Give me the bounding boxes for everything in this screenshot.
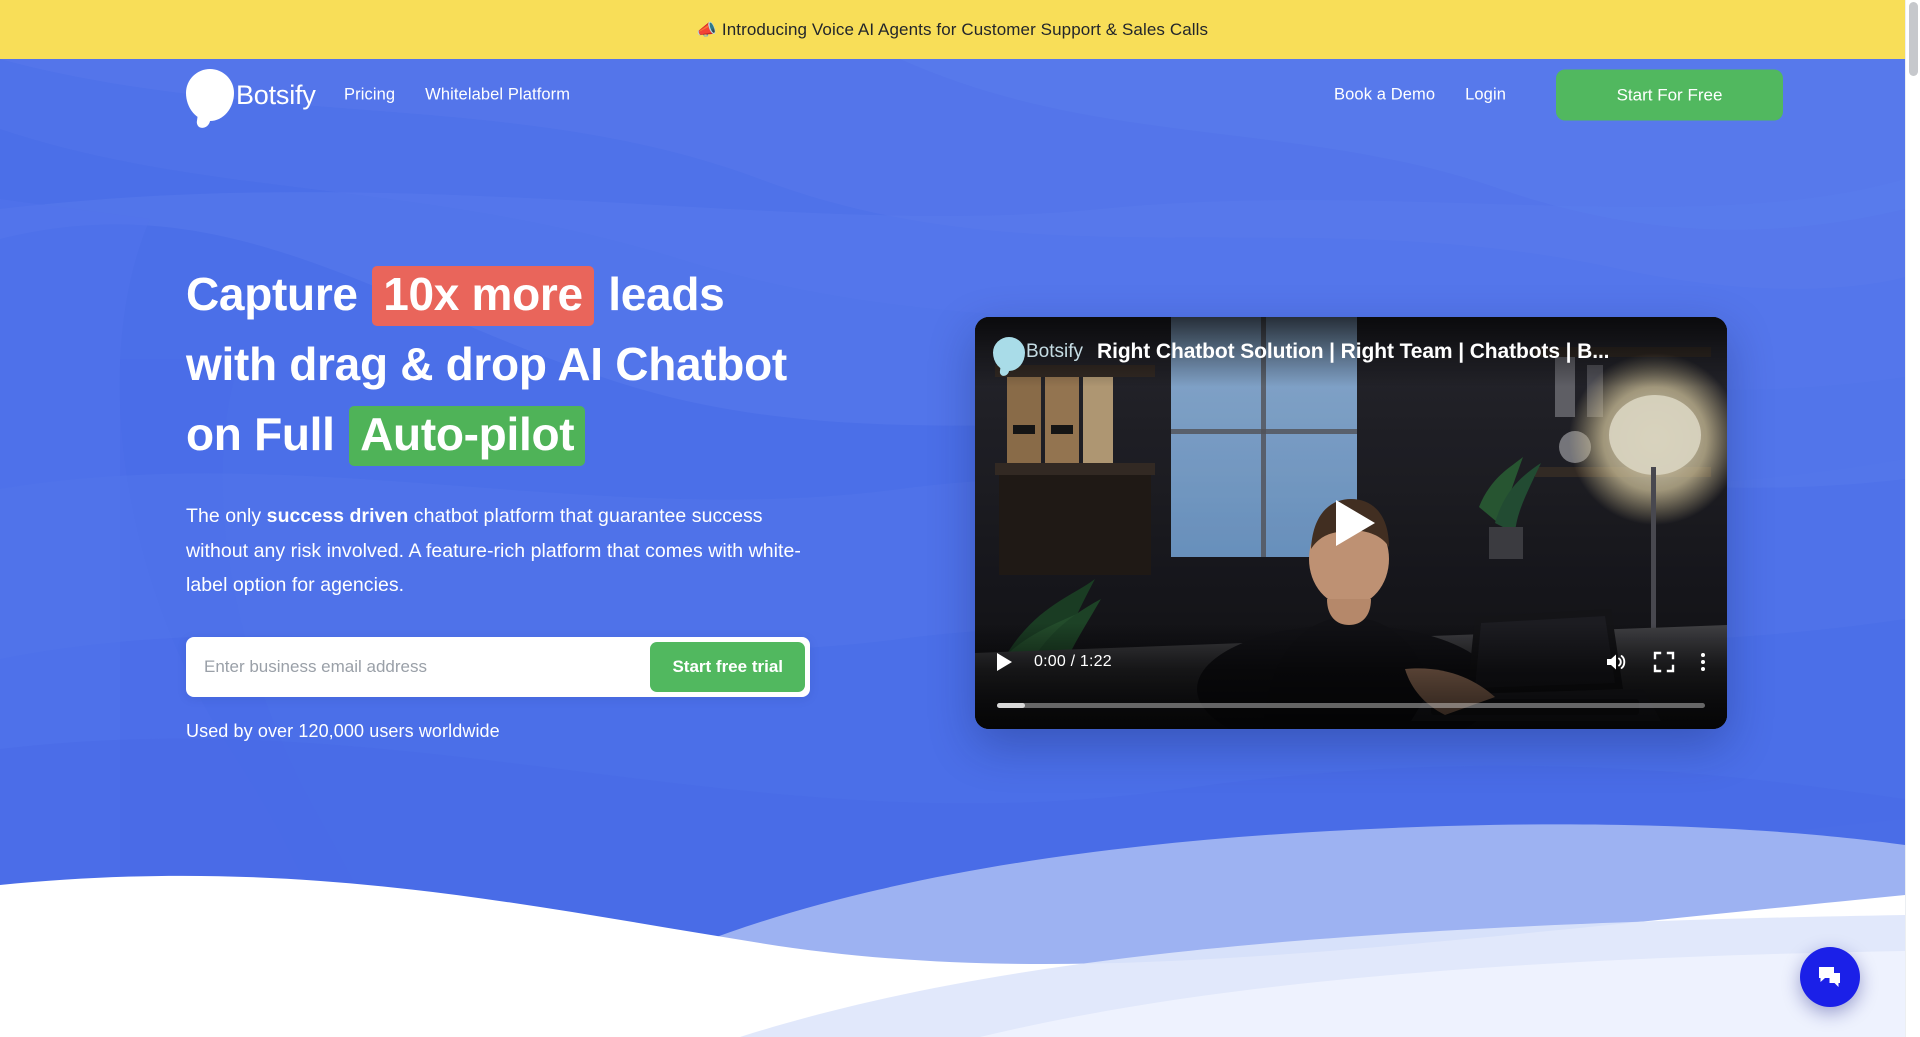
video-fullscreen-button[interactable]	[1653, 651, 1675, 673]
brand-logo-link[interactable]: Botsify	[186, 69, 316, 121]
chat-bubbles-icon	[1819, 967, 1840, 987]
nav-item-whitelabel-platform[interactable]: Whitelabel Platform	[425, 86, 570, 105]
hero-description-part1: The only	[186, 505, 267, 527]
chat-widget-button[interactable]	[1800, 947, 1860, 1007]
video-channel-name: Botsify	[1026, 341, 1084, 362]
play-icon	[1336, 500, 1375, 546]
more-options-icon	[1701, 653, 1705, 671]
announcement-banner[interactable]: 📣 Introducing Voice AI Agents for Custome…	[0, 0, 1905, 59]
fullscreen-icon	[1653, 651, 1675, 673]
video-channel-avatar-icon	[993, 337, 1025, 371]
brand-name: Botsify	[236, 79, 316, 110]
headline-line-2: with drag & drop AI Chatbot	[186, 338, 787, 390]
announcement-text: 📣 Introducing Voice AI Agents for Custome…	[697, 20, 1208, 40]
video-title-bar: Botsify Right Chatbot Solution | Right T…	[975, 317, 1727, 387]
business-email-input[interactable]	[186, 641, 651, 692]
headline-line1-suffix: leads	[608, 268, 725, 320]
video-mute-button[interactable]	[1603, 650, 1627, 674]
site-header: Botsify Pricing Whitelabel Platform Book…	[0, 59, 1905, 131]
start-free-trial-button[interactable]: Start free trial	[650, 641, 805, 692]
video-controls: 0:00 / 1:22	[975, 623, 1727, 729]
volume-icon	[1607, 654, 1626, 670]
scrollbar-thumb[interactable]	[1909, 2, 1918, 76]
page-title: Capture 10x more leads with drag & drop …	[186, 259, 826, 469]
secondary-nav: Book a Demo Login Start For Free	[1334, 69, 1783, 121]
email-signup-form: Start free trial	[186, 636, 810, 697]
botsify-bubble-logo-icon	[186, 69, 234, 121]
browser-scrollbar[interactable]	[1905, 0, 1920, 1037]
headline-line-3: on Full Auto-pilot	[186, 399, 826, 469]
nav-item-pricing[interactable]: Pricing	[344, 86, 395, 105]
hero-description: The only success driven chatbot platform…	[186, 499, 814, 603]
video-progress-fill	[997, 703, 1026, 708]
hero-content: Capture 10x more leads with drag & drop …	[0, 131, 1905, 1037]
headline-line3-prefix: on Full	[186, 408, 335, 460]
page-viewport: 📣 Introducing Voice AI Agents for Custome…	[0, 0, 1905, 1037]
headline-highlight-10x-more: 10x more	[372, 266, 594, 326]
primary-nav: Pricing Whitelabel Platform	[344, 86, 570, 105]
headline-line1-prefix: Capture	[186, 268, 358, 320]
megaphone-icon: 📣	[696, 21, 717, 39]
video-play-button[interactable]	[997, 653, 1012, 671]
hero-video-player[interactable]: Botsify Right Chatbot Solution | Right T…	[975, 317, 1727, 729]
headline-highlight-auto-pilot: Auto-pilot	[349, 406, 586, 466]
video-more-options-button[interactable]	[1701, 653, 1705, 671]
social-proof-text: Used by over 120,000 users worldwide	[186, 720, 500, 741]
nav-item-login[interactable]: Login	[1465, 86, 1506, 105]
video-title: Right Chatbot Solution | Right Team | Ch…	[1097, 340, 1610, 363]
announcement-label: Introducing Voice AI Agents for Customer…	[721, 19, 1209, 39]
hero-description-emphasis: success driven	[266, 505, 409, 527]
video-controls-row: 0:00 / 1:22	[975, 643, 1727, 681]
headline-line-1: Capture 10x more leads	[186, 259, 826, 329]
play-icon	[997, 653, 1012, 671]
video-progress-bar[interactable]	[997, 703, 1705, 708]
nav-item-book-a-demo[interactable]: Book a Demo	[1334, 86, 1435, 105]
video-play-overlay-button[interactable]	[1305, 477, 1397, 569]
hero-copy-column: Capture 10x more leads with drag & drop …	[186, 259, 826, 742]
start-for-free-button[interactable]: Start For Free	[1556, 69, 1783, 121]
video-time-display: 0:00 / 1:22	[1034, 653, 1112, 670]
